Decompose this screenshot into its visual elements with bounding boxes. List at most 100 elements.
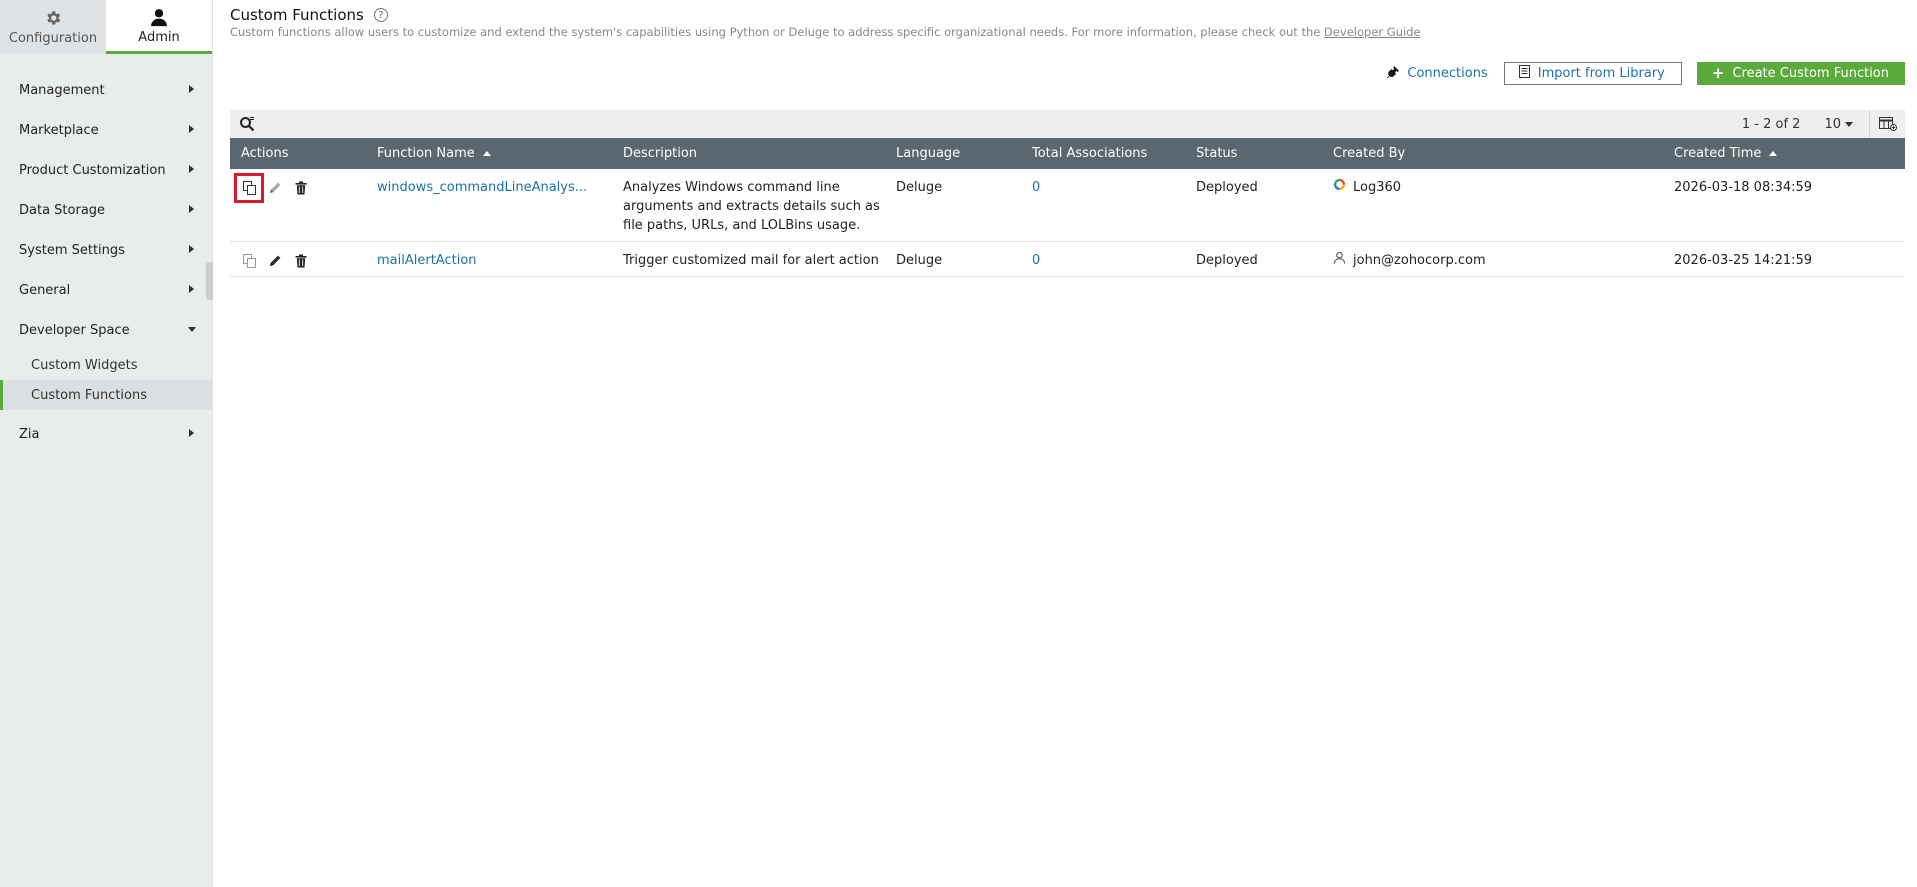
cell-language: Deluge [885,169,1021,242]
plus-icon: + [1711,64,1725,82]
pagination-info: 1 - 2 of 2 [1741,116,1801,132]
table-row: windows_commandLineAnalys... Analyzes Wi… [230,169,1905,242]
sidebar-item-zia[interactable]: Zia [0,414,212,454]
developer-guide-link[interactable]: Developer Guide [1324,25,1421,39]
subtitle-text: Custom functions allow users to customiz… [230,25,1324,39]
search-icon[interactable] [238,115,256,133]
person-icon [1333,251,1346,270]
sidebar-collapse-handle[interactable] [206,262,213,300]
connections-link[interactable]: Connections [1385,65,1488,83]
table-header-row: Actions Function Name Description Langua… [230,138,1905,169]
copy-icon[interactable] [234,173,264,203]
column-header-status: Status [1196,146,1238,161]
caret-down-icon [1845,121,1853,127]
sidebar-item-label: Developer Space [19,322,130,338]
tab-admin-label: Admin [138,29,180,45]
sidebar-item-label: Product Customization [19,162,166,178]
associations-link[interactable]: 0 [1032,253,1040,268]
copy-icon[interactable] [241,253,257,269]
sidebar-item-label: Zia [19,426,40,442]
sidebar-subitem-label: Custom Widgets [31,357,138,373]
column-header-language: Language [896,146,961,161]
chevron-right-icon [189,205,194,213]
cell-language: Deluge [885,241,1021,277]
top-nav: Configuration Admin [0,0,212,54]
sidebar-item-general[interactable]: General [0,270,212,310]
function-name-link[interactable]: mailAlertAction [377,253,477,268]
cell-status: Deployed [1185,169,1322,242]
sidebar: Configuration Admin Management Marketpla… [0,0,213,887]
chevron-right-icon [189,245,194,253]
table-row: mailAlertAction Trigger customized mail … [230,241,1905,277]
associations-link[interactable]: 0 [1032,180,1040,195]
chevron-right-icon [189,285,194,293]
document-icon [1518,65,1530,82]
sidebar-item-label: Marketplace [19,122,99,138]
actions-row: Connections Import from Library + Create… [1385,62,1905,85]
cell-description: Trigger customized mail for alert action [612,241,885,277]
row-actions [230,241,366,277]
sidebar-subitem-custom-functions[interactable]: Custom Functions [0,380,212,410]
sidebar-item-management[interactable]: Management [0,70,212,110]
create-label: Create Custom Function [1732,66,1889,81]
sidebar-subitem-label: Custom Functions [31,387,148,403]
edit-icon[interactable] [267,253,283,269]
page-subtitle: Custom functions allow users to customiz… [230,25,1421,39]
cell-total-associations: 0 [1021,241,1185,277]
sidebar-item-data-storage[interactable]: Data Storage [0,190,212,230]
sidebar-menu: Management Marketplace Product Customiza… [0,70,212,454]
sidebar-item-label: System Settings [19,242,125,258]
toolbar-right: 1 - 2 of 2 10 [1742,110,1905,138]
sort-asc-icon [482,151,491,156]
chevron-down-icon [188,327,196,332]
tab-configuration[interactable]: Configuration [0,0,106,54]
sidebar-item-label: Data Storage [19,202,106,218]
cell-created-by: john@zohocorp.com [1322,241,1663,277]
gear-icon [43,8,63,28]
column-header-description: Description [623,146,698,161]
cell-created-by: Log360 [1322,169,1663,242]
per-page-value: 10 [1824,116,1841,132]
tab-configuration-label: Configuration [8,31,98,46]
sidebar-item-marketplace[interactable]: Marketplace [0,110,212,150]
import-from-library-button[interactable]: Import from Library [1503,62,1682,85]
sidebar-item-product-customization[interactable]: Product Customization [0,150,212,190]
per-page-select[interactable]: 10 [1824,117,1853,132]
creator-name: Log360 [1353,180,1402,195]
chevron-right-icon [189,85,194,93]
column-header-function-name[interactable]: Function Name [366,138,612,169]
cell-function-name: windows_commandLineAnalys... [366,169,612,242]
plug-icon [1385,65,1400,83]
cell-created-time: 2026-03-25 14:21:59 [1663,241,1905,277]
help-icon[interactable]: ? [373,8,388,22]
creator-name: john@zohocorp.com [1353,253,1486,268]
edit-icon[interactable] [267,180,283,196]
import-label: Import from Library [1537,66,1665,81]
row-actions [230,169,366,242]
create-custom-function-button[interactable]: + Create Custom Function [1696,62,1905,85]
column-header-created-time[interactable]: Created Time [1663,138,1905,169]
connections-label: Connections [1407,66,1488,81]
column-chooser-icon[interactable] [1869,110,1905,138]
column-header-actions: Actions [241,146,289,161]
cell-total-associations: 0 [1021,169,1185,242]
title-row: Custom Functions ? [230,6,388,24]
chevron-right-icon [189,429,194,437]
table-toolbar: 1 - 2 of 2 10 [230,110,1905,138]
chevron-right-icon [189,125,194,133]
delete-icon[interactable] [293,180,309,196]
custom-functions-table: Actions Function Name Description Langua… [230,138,1905,277]
cell-function-name: mailAlertAction [366,241,612,277]
function-name-link[interactable]: windows_commandLineAnalys... [377,180,587,195]
sidebar-item-label: Management [19,82,105,98]
column-header-total-associations: Total Associations [1032,146,1148,161]
cell-status: Deployed [1185,241,1322,277]
sort-asc-icon [1769,151,1778,156]
log360-logo-icon [1333,178,1346,197]
sidebar-item-developer-space[interactable]: Developer Space [0,310,212,350]
cell-description: Analyzes Windows command line arguments … [612,169,885,242]
tab-admin[interactable]: Admin [106,0,212,54]
delete-icon[interactable] [293,253,309,269]
sidebar-item-system-settings[interactable]: System Settings [0,230,212,270]
sidebar-subitem-custom-widgets[interactable]: Custom Widgets [0,350,212,380]
